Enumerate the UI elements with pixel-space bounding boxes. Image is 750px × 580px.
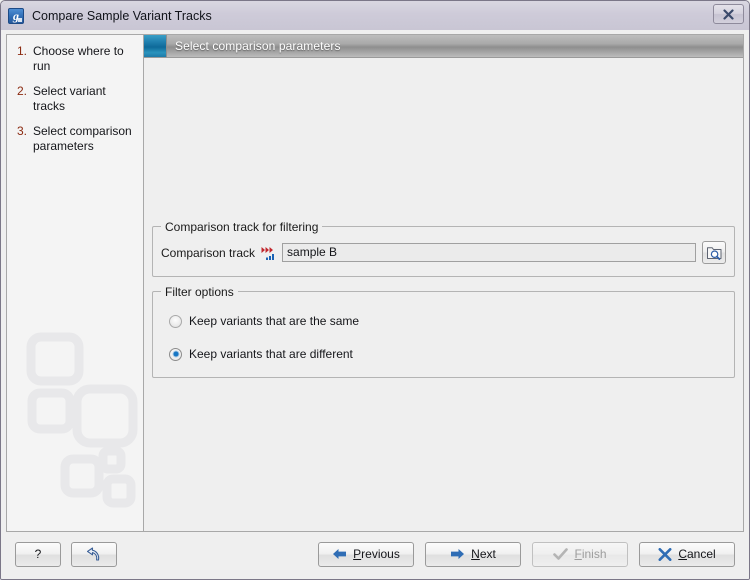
radio-keep-different-label: Keep variants that are different: [189, 347, 353, 361]
step-label: Select comparison parameters: [33, 124, 132, 153]
content-panel: Select comparison parameters Comparison …: [143, 34, 744, 532]
window-title: Compare Sample Variant Tracks: [32, 8, 212, 23]
reset-button[interactable]: [71, 541, 117, 567]
radio-keep-same[interactable]: Keep variants that are the same: [169, 310, 726, 332]
radio-button-icon[interactable]: [169, 314, 182, 328]
step-number: 1.: [17, 44, 28, 58]
finish-button[interactable]: Finish: [532, 541, 628, 567]
next-button[interactable]: Next: [425, 541, 521, 567]
radio-button-icon-selected[interactable]: [169, 347, 182, 361]
section-header-title: Select comparison parameters: [175, 39, 341, 53]
steps-list: 1. Choose where to run 2. Select variant…: [7, 35, 143, 154]
title-bar: g Compare Sample Variant Tracks: [1, 1, 749, 30]
radio-keep-same-label: Keep variants that are the same: [189, 314, 360, 328]
folder-search-icon: [706, 246, 721, 260]
radio-keep-different[interactable]: Keep variants that are different: [169, 343, 726, 365]
comparison-track-group-legend: Comparison track for filtering: [161, 220, 323, 234]
next-button-label: Next: [471, 547, 496, 561]
panel-inner: Comparison track for filtering Compariso…: [144, 58, 743, 531]
sidebar-item-step-3[interactable]: 3. Select comparison parameters: [17, 124, 137, 154]
wizard-steps-panel: 1. Choose where to run 2. Select variant…: [6, 34, 143, 532]
arrow-left-icon: [333, 549, 347, 559]
step-label: Choose where to run: [33, 44, 124, 73]
app-icon: g: [8, 7, 24, 24]
help-button-label: ?: [34, 547, 42, 561]
filter-options-group-content: Keep variants that are the same Keep var…: [161, 292, 726, 365]
comparison-track-group: Comparison track for filtering Compariso…: [152, 220, 735, 277]
comparison-track-row: Comparison track sample B: [161, 241, 726, 264]
panel-spacer: [152, 58, 735, 226]
finish-button-label: Finish: [574, 547, 607, 561]
variant-track-icon: [261, 245, 277, 261]
comparison-track-input[interactable]: sample B: [282, 243, 696, 262]
window-controls: [713, 4, 744, 24]
step-label: Select variant tracks: [33, 84, 106, 113]
checkmark-icon: [553, 547, 569, 560]
cancel-button-label: Cancel: [678, 547, 716, 561]
filter-options-group-legend: Filter options: [161, 285, 238, 299]
watermark-decoration: [26, 332, 138, 508]
sidebar-item-step-1[interactable]: 1. Choose where to run: [17, 44, 137, 74]
help-button[interactable]: ?: [15, 541, 61, 567]
dialog-body: 1. Choose where to run 2. Select variant…: [1, 30, 749, 532]
footer-nav-buttons: Previous Next Finish Cancel: [318, 541, 735, 567]
step-number: 3.: [17, 124, 28, 138]
previous-button-label: Previous: [353, 547, 400, 561]
close-button[interactable]: [713, 4, 744, 24]
filter-options-group: Filter options Keep variants that are th…: [152, 285, 735, 378]
step-number: 2.: [17, 84, 28, 98]
previous-button[interactable]: Previous: [318, 541, 414, 567]
close-icon: [723, 8, 734, 20]
close-x-icon: [658, 547, 672, 561]
comparison-track-label: Comparison track: [161, 245, 256, 260]
section-header-icon: [144, 35, 167, 57]
browse-comparison-track-button[interactable]: [702, 241, 726, 264]
reset-arrow-icon: [86, 546, 99, 561]
dialog-window: g Compare Sample Variant Tracks 1. Choos…: [0, 0, 750, 580]
dialog-footer: ? Previous Next Finish Cancel: [1, 532, 749, 579]
cancel-button[interactable]: Cancel: [639, 541, 735, 567]
section-header: Select comparison parameters: [144, 35, 743, 58]
arrow-right-icon: [451, 549, 465, 559]
footer-left-buttons: ?: [15, 541, 117, 567]
sidebar-item-step-2[interactable]: 2. Select variant tracks: [17, 84, 137, 114]
